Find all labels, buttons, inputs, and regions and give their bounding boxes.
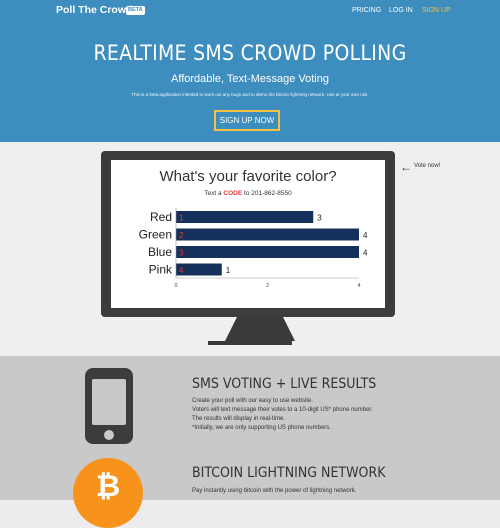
feature-line: Voters will text message their votes to … xyxy=(192,407,373,413)
nav-login-link[interactable]: LOG IN xyxy=(389,7,413,14)
navbar: Poll The Crowd BETA PRICING LOG IN SIGN … xyxy=(0,0,500,22)
poll-question: What's your favorite color? xyxy=(159,168,337,185)
phone-icon-button xyxy=(104,430,114,440)
monitor-base xyxy=(208,341,292,345)
feature-line: Create your poll with our easy to use we… xyxy=(192,398,314,404)
beta-badge: BETA xyxy=(126,6,145,15)
instruction-code: CODE xyxy=(223,190,243,197)
feature-text-bitcoin: Pay instantly using bitcoin with the pow… xyxy=(192,487,356,496)
signup-now-button[interactable]: SIGN UP NOW xyxy=(214,110,280,131)
feature-title-bitcoin: BITCOIN LIGHTNING NETWORK xyxy=(192,465,386,481)
feature-title-sms: SMS VOTING + LIVE RESULTS xyxy=(192,376,377,392)
hero-title: REALTIME SMS CROWD POLLING xyxy=(93,41,407,65)
vote-now-label: Vote now! xyxy=(414,163,441,169)
beta-disclaimer: This is a beta application intented to w… xyxy=(131,92,369,97)
bitcoin-symbol-icon: ₿ xyxy=(95,470,121,503)
brand-logo[interactable]: Poll The Crowd xyxy=(56,4,132,16)
feature-line: Pay instantly using bitcoin with the pow… xyxy=(192,488,357,494)
feature-text-sms: Create your poll with our easy to use we… xyxy=(192,397,373,433)
phone-icon-screen xyxy=(92,379,126,425)
instruction-prefix: Text a xyxy=(204,190,224,197)
monitor-stand xyxy=(225,317,295,341)
feature-line: *Initially, we are only supporting US ph… xyxy=(192,425,331,431)
poll-instruction: Text a CODE to 201-862-8550 xyxy=(111,190,385,197)
hero-section: REALTIME SMS CROWD POLLING Affordable, T… xyxy=(0,22,500,142)
instruction-suffix: to 201-862-8550 xyxy=(242,190,292,197)
feature-line: The results will display in real-time. xyxy=(192,416,286,422)
nav-signup-link[interactable]: SIGN UP xyxy=(422,7,451,14)
nav-pricing-link[interactable]: PRICING xyxy=(352,7,381,14)
hero-subtitle: Affordable, Text-Message Voting xyxy=(171,73,329,85)
arrow-left-icon: ← xyxy=(400,160,412,174)
